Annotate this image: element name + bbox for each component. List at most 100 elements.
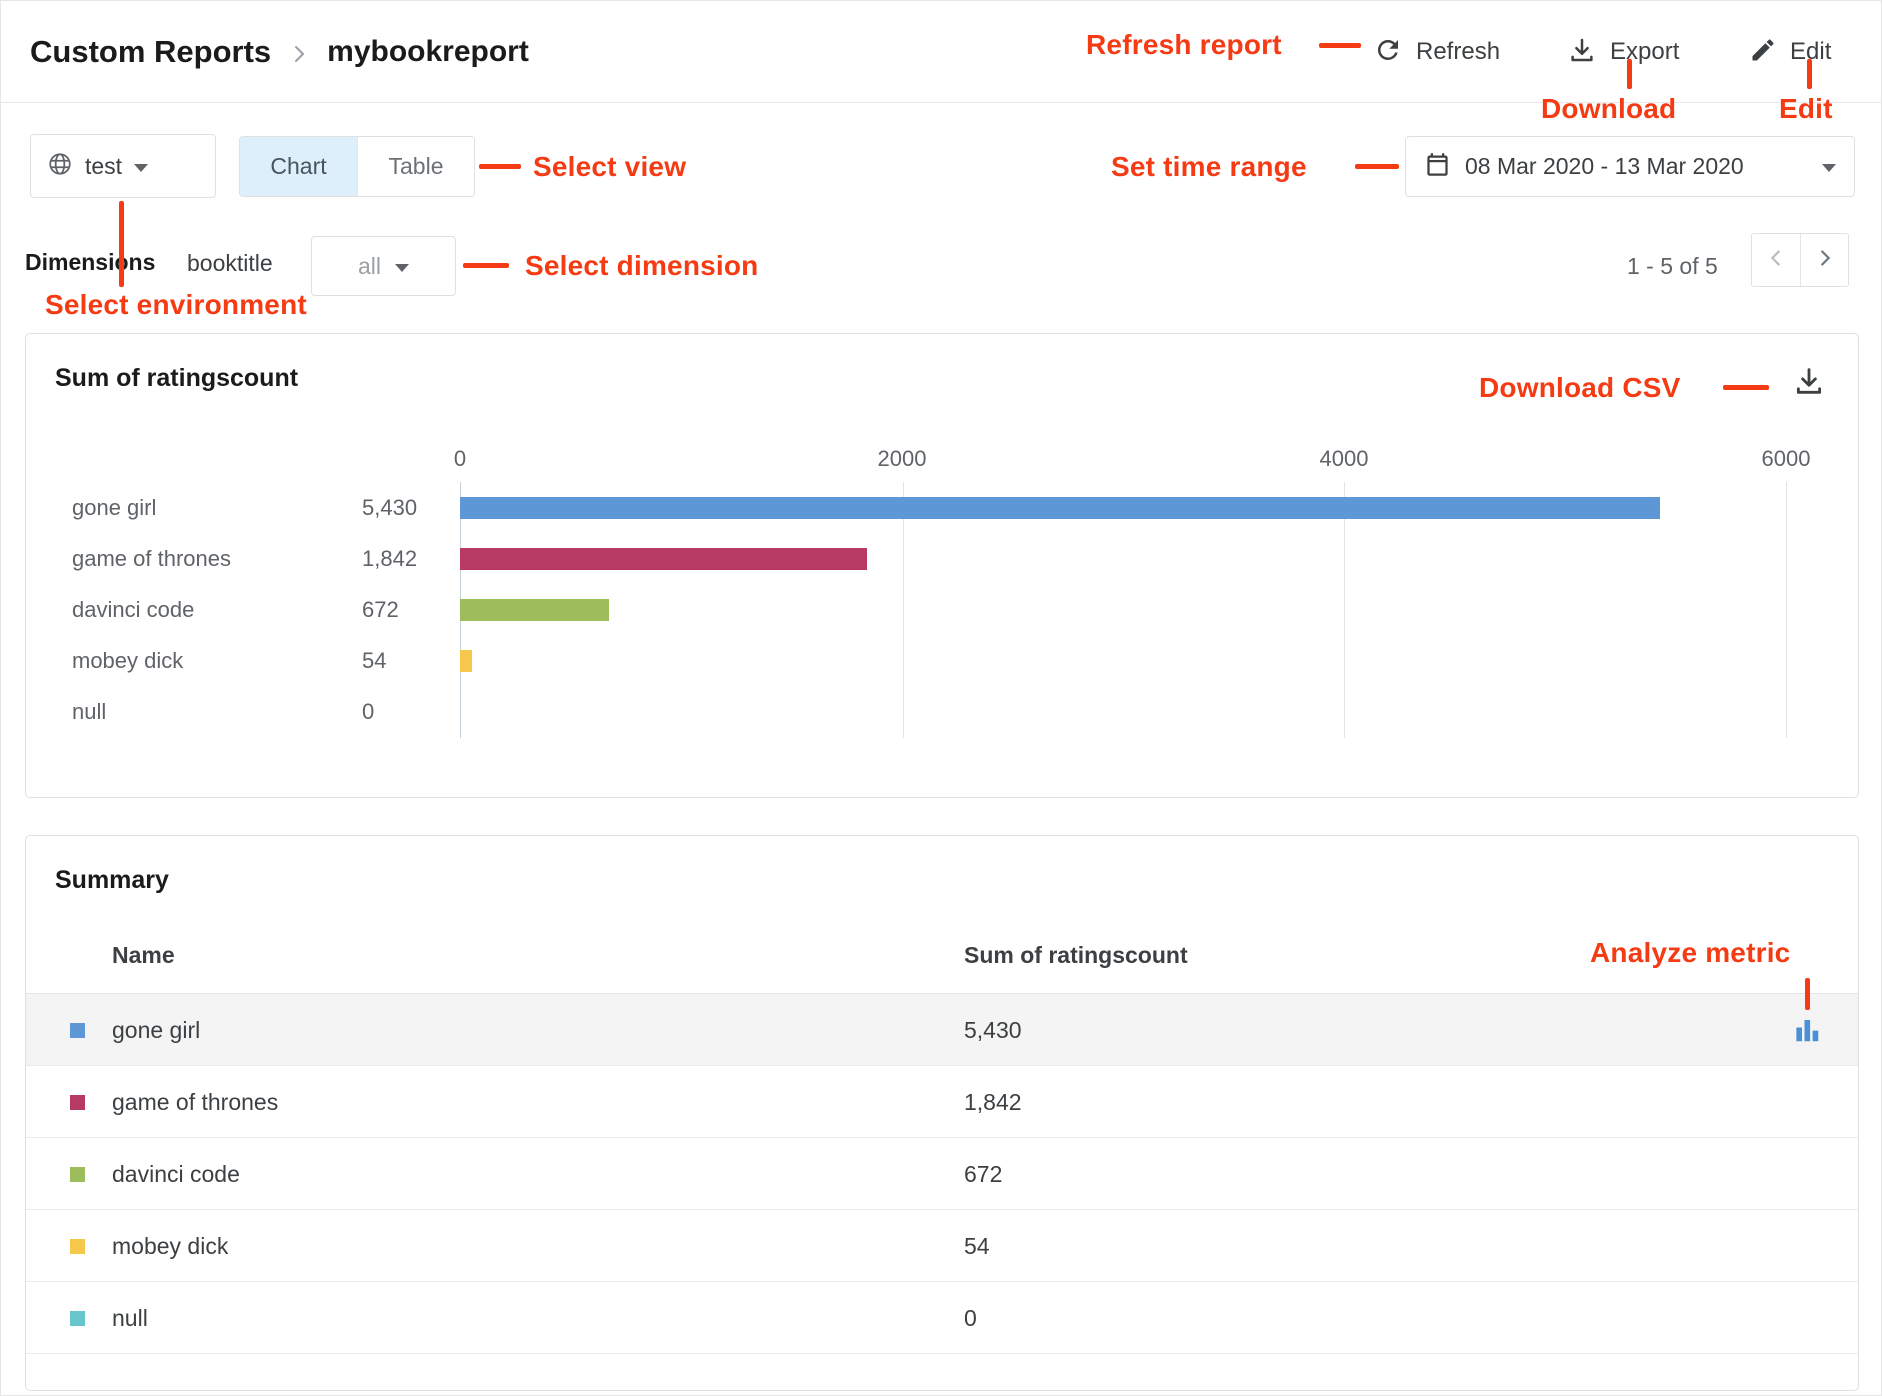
annotation-download: Download	[1541, 93, 1676, 125]
annotation-set-time-range: Set time range	[1111, 151, 1307, 183]
download-csv-icon[interactable]	[1792, 364, 1826, 403]
annotation-line	[1319, 43, 1361, 48]
breadcrumb: Custom Reports mybookreport	[30, 1, 529, 103]
row-value: 0	[964, 1305, 977, 1332]
next-page-button[interactable]	[1800, 234, 1848, 286]
bar-track	[460, 599, 1786, 621]
edit-button[interactable]: Edit	[1749, 1, 1831, 103]
bar-chart: 0200040006000 gone girl5,430game of thro…	[26, 434, 1858, 754]
chart-row: game of thrones1,842	[26, 533, 1858, 584]
export-button[interactable]: Export	[1567, 1, 1679, 103]
environment-label: test	[85, 153, 122, 180]
pencil-icon	[1749, 36, 1777, 69]
annotation-line	[479, 164, 521, 169]
dimension-filter-dropdown[interactable]: all	[311, 236, 456, 296]
row-value: 672	[964, 1161, 1002, 1188]
custom-report-page: Custom Reports mybookreport Refresh Expo…	[0, 0, 1882, 1396]
table-row[interactable]: gone girl 5,430	[26, 994, 1858, 1066]
dimension-filter-value: all	[358, 253, 381, 280]
row-name: game of thrones	[112, 1089, 278, 1116]
previous-page-button[interactable]	[1752, 234, 1800, 286]
value-label: 5,430	[362, 495, 460, 521]
chart-row: mobey dick54	[26, 636, 1858, 687]
date-range-picker[interactable]: 08 Mar 2020 - 13 Mar 2020	[1405, 136, 1855, 197]
value-label: 1,842	[362, 546, 460, 572]
caret-down-icon	[134, 164, 148, 172]
caret-down-icon	[1822, 164, 1836, 172]
dimensions-label: Dimensions	[25, 249, 155, 276]
chart-row: gone girl5,430	[26, 482, 1858, 533]
refresh-icon	[1373, 35, 1403, 70]
breadcrumb-report-name: mybookreport	[327, 35, 529, 69]
annotation-select-dimension: Select dimension	[525, 250, 759, 282]
legend-swatch	[70, 1311, 85, 1326]
table-row[interactable]: mobey dick 54	[26, 1210, 1858, 1282]
bar[interactable]	[460, 497, 1660, 519]
annotation-edit: Edit	[1779, 93, 1833, 125]
analyze-metric-icon[interactable]	[1792, 1015, 1822, 1050]
category-label: mobey dick	[72, 648, 362, 674]
legend-swatch	[70, 1239, 85, 1254]
value-label: 54	[362, 648, 460, 674]
annotation-line	[119, 201, 124, 287]
annotation-line	[1723, 385, 1769, 390]
calendar-icon	[1424, 151, 1451, 183]
annotation-download-csv: Download CSV	[1479, 372, 1681, 404]
date-range-label: 08 Mar 2020 - 13 Mar 2020	[1465, 153, 1808, 180]
value-label: 672	[362, 597, 460, 623]
dimension-name: booktitle	[187, 250, 273, 277]
pagination-range: 1 - 5 of 5	[1627, 253, 1718, 280]
value-label: 0	[362, 699, 460, 725]
table-row[interactable]: davinci code 672	[26, 1138, 1858, 1210]
chevron-right-icon	[287, 42, 311, 66]
globe-icon	[47, 151, 73, 182]
row-value: 5,430	[964, 1017, 1022, 1044]
legend-swatch	[70, 1023, 85, 1038]
table-row[interactable]: null 0	[26, 1282, 1858, 1354]
caret-down-icon	[395, 264, 409, 272]
tab-chart[interactable]: Chart	[240, 137, 357, 196]
annotation-analyze-metric: Analyze metric	[1590, 937, 1790, 969]
bar[interactable]	[460, 599, 609, 621]
chevron-right-icon	[1814, 247, 1836, 274]
column-header-sum: Sum of ratingscount	[964, 942, 1188, 969]
category-label: davinci code	[72, 597, 362, 623]
bar-track	[460, 497, 1786, 519]
row-name: davinci code	[112, 1161, 240, 1188]
bar-track	[460, 650, 1786, 672]
row-value: 54	[964, 1233, 990, 1260]
annotation-line	[1627, 59, 1632, 89]
refresh-button[interactable]: Refresh	[1373, 1, 1500, 103]
chart-row: davinci code672	[26, 584, 1858, 635]
summary-card: Summary Name Sum of ratingscount gone gi…	[25, 835, 1859, 1391]
category-label: game of thrones	[72, 546, 362, 572]
legend-swatch	[70, 1167, 85, 1182]
environment-dropdown[interactable]: test	[30, 134, 216, 198]
row-name: mobey dick	[112, 1233, 228, 1260]
axis-tick-label: 4000	[1320, 446, 1369, 472]
annotation-select-environment: Select environment	[45, 289, 307, 321]
bar[interactable]	[460, 548, 867, 570]
row-name: null	[112, 1305, 148, 1332]
download-icon	[1567, 35, 1597, 70]
chart-title: Sum of ratingscount	[55, 364, 298, 393]
annotation-line	[1805, 978, 1810, 1010]
row-name: gone girl	[112, 1017, 200, 1044]
category-label: null	[72, 699, 362, 725]
axis-tick-label: 2000	[878, 446, 927, 472]
tab-table[interactable]: Table	[357, 137, 474, 196]
header: Custom Reports mybookreport Refresh Expo…	[1, 1, 1881, 103]
bar-track	[460, 548, 1786, 570]
breadcrumb-custom-reports[interactable]: Custom Reports	[30, 34, 271, 70]
table-row[interactable]: game of thrones1,842	[26, 1066, 1858, 1138]
chevron-left-icon	[1765, 247, 1787, 274]
annotation-refresh-report: Refresh report	[1086, 29, 1282, 61]
annotation-line	[463, 263, 509, 268]
chart-row: null0	[26, 687, 1858, 738]
summary-title: Summary	[55, 866, 169, 895]
bar[interactable]	[460, 650, 472, 672]
summary-rows: gone girl5,430game of thrones1,842davinc…	[26, 993, 1858, 1354]
legend-swatch	[70, 1095, 85, 1110]
export-label: Export	[1610, 38, 1679, 66]
axis-tick-label: 6000	[1762, 446, 1811, 472]
